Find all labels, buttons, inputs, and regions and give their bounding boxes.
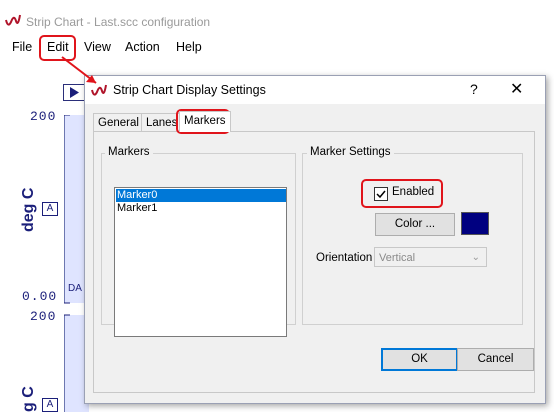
- settings-dialog: Strip Chart Display Settings ? ✕ General…: [84, 75, 546, 404]
- markers-group-label: Markers: [105, 146, 153, 158]
- enabled-callout: [361, 179, 443, 208]
- arrow-icon: [61, 56, 97, 84]
- lane1-axis-button[interactable]: A: [42, 202, 58, 216]
- menu-file[interactable]: File: [12, 40, 32, 54]
- menu-help[interactable]: Help: [176, 40, 202, 54]
- cancel-button[interactable]: Cancel: [457, 348, 534, 371]
- ok-button[interactable]: OK: [381, 348, 458, 371]
- tab-markers[interactable]: Markers: [179, 111, 231, 132]
- lane2-axis-button[interactable]: A: [42, 398, 58, 412]
- tab-general[interactable]: General: [93, 113, 144, 132]
- lane2-ymax: 200: [30, 309, 57, 324]
- list-item[interactable]: Marker1: [116, 202, 286, 215]
- menu-action[interactable]: Action: [125, 40, 160, 54]
- chevron-down-icon: ⌄: [471, 252, 480, 263]
- menu-view[interactable]: View: [84, 40, 111, 54]
- list-item[interactable]: Marker0: [116, 189, 286, 202]
- app-logo-icon: [5, 14, 21, 26]
- lane1-ymax: 200: [30, 109, 57, 124]
- window-title: Strip Chart - Last.scc configuration: [26, 15, 211, 29]
- close-icon[interactable]: ✕: [510, 79, 523, 99]
- lane1-unit: deg C: [20, 187, 37, 232]
- lane1-ymin: 0.00: [22, 289, 58, 304]
- dialog-title: Strip Chart Display Settings: [113, 83, 266, 97]
- color-swatch: [461, 212, 489, 235]
- orientation-select[interactable]: Vertical ⌄: [374, 247, 487, 267]
- help-icon[interactable]: ?: [470, 81, 478, 97]
- y-axis-ticks: [64, 115, 70, 316]
- trace-label: DA: [68, 283, 82, 294]
- lane2-unit: g C: [20, 386, 37, 412]
- orientation-label: Orientation: [316, 252, 373, 264]
- orientation-value: Vertical: [379, 252, 416, 264]
- marker-list[interactable]: Marker0 Marker1: [114, 187, 287, 337]
- color-button[interactable]: Color ...: [375, 213, 455, 236]
- marker-settings-group-label: Marker Settings: [307, 146, 394, 158]
